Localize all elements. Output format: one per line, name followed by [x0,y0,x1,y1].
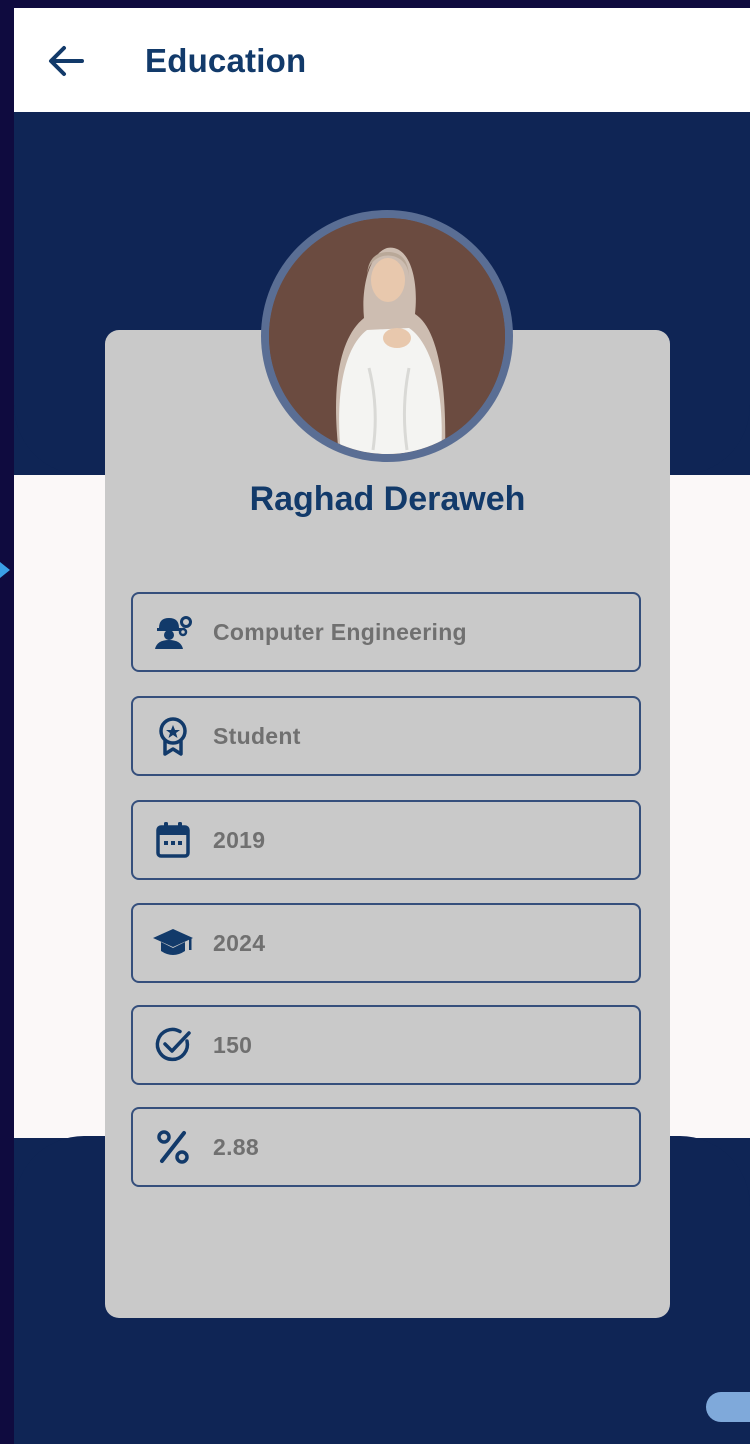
award-badge-icon [151,714,195,758]
gpa-value: 2.88 [213,1133,259,1160]
app-screen: Education Raghad Deraweh Computer Engine… [14,8,750,1444]
credit-hours-value: 150 [213,1031,253,1058]
page-title: Education [145,42,307,79]
calendar-icon [151,818,195,862]
avatar-frame [261,210,513,462]
graduation-cap-icon [151,921,195,965]
side-pointer-marker [0,562,10,578]
role-field[interactable]: Student [131,696,641,776]
major-field[interactable]: Computer Engineering [131,592,641,672]
start-year-field[interactable]: 2019 [131,800,641,880]
role-value: Student [213,722,301,749]
gpa-field[interactable]: 2.88 [131,1107,641,1187]
arrow-left-icon [46,43,86,84]
credit-hours-field[interactable]: 150 [131,1005,641,1085]
back-button[interactable] [38,38,94,88]
graduation-year-field[interactable]: 2024 [131,903,641,983]
avatar [269,218,505,454]
corner-handle [706,1392,750,1422]
check-circle-icon [151,1023,195,1067]
major-value: Computer Engineering [213,618,467,645]
start-year-value: 2019 [213,826,266,853]
percent-icon [151,1125,195,1169]
engineer-icon [151,610,195,654]
profile-name: Raghad Deraweh [249,480,526,518]
graduation-year-value: 2024 [213,929,266,956]
app-bar: Education [14,8,750,112]
